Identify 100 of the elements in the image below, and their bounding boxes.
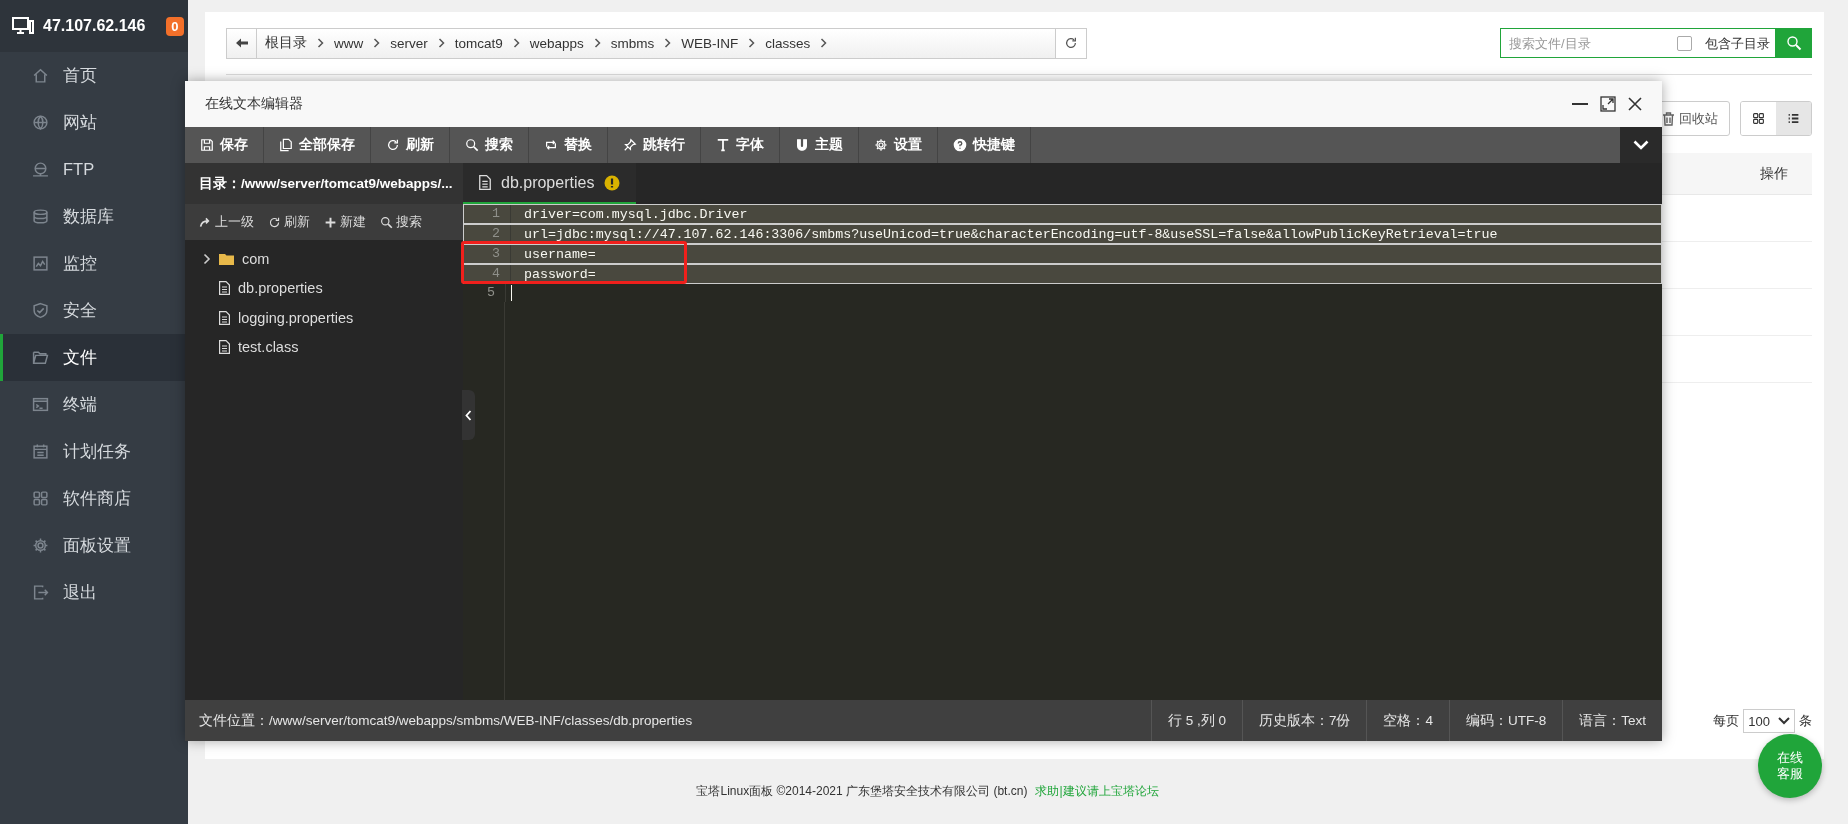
page-size-select[interactable]: 100 <box>1743 709 1795 733</box>
status-item: 语言：Text <box>1562 700 1662 741</box>
copy-icon <box>279 138 293 152</box>
status-item: 编码：UTF-8 <box>1449 700 1563 741</box>
sidebar-item[interactable]: 监控 <box>0 240 188 287</box>
breadcrumb-link[interactable]: tomcat9 <box>454 35 503 51</box>
directory-action-button[interactable]: 搜索 <box>380 213 422 231</box>
sidebar-item[interactable]: 数据库 <box>0 193 188 240</box>
chart-icon <box>32 255 49 272</box>
code-line: url=jdbc:mysql://47.107.62.146:3306/smbms?useUnicod=true&characterEncoding=utf-8&useSSL=false&allowPublicKeyRetrieval=true <box>524 226 1498 242</box>
refresh-icon <box>268 215 281 229</box>
grid-icon <box>32 490 49 507</box>
arrow-icon <box>199 215 212 229</box>
status-item: 空格：4 <box>1366 700 1449 741</box>
page-size-unit: 条 <box>1799 712 1812 730</box>
pin-icon <box>623 138 637 152</box>
chevron-icon <box>593 38 601 48</box>
breadcrumb-link[interactable]: 根目录 <box>265 34 307 52</box>
maximize-icon[interactable] <box>1600 96 1616 112</box>
chevron-icon <box>512 38 520 48</box>
folder-icon <box>32 349 49 366</box>
search-icon <box>465 138 479 152</box>
grid-icon <box>1752 112 1765 125</box>
list-view-button[interactable] <box>1776 102 1811 135</box>
refresh-icon <box>1064 36 1078 50</box>
file-icon <box>219 281 230 296</box>
server-ip: 47.107.62.146 <box>43 17 146 35</box>
breadcrumb-link[interactable]: server <box>390 35 428 51</box>
line-number: 2 <box>468 225 511 243</box>
sidebar-item[interactable]: FTP <box>0 146 188 193</box>
code-editor[interactable]: 1 driver=com.mysql.jdbc.Driver 2 url=jdbc:mysql://47.107.62.146:3306/smbms?useUnicod=true&characterEncoding=utf-8&useSSL=false&allowPublicKeyRetrieval=true 3 username= 4 password= 5 <box>463 204 1662 700</box>
breadcrumb-link[interactable]: www <box>334 35 364 51</box>
settings-icon <box>32 537 49 554</box>
copyright-text: 宝塔Linux面板 ©2014-2021 广东堡塔安全技术有限公司 (bt.cn) <box>696 783 1028 800</box>
plus-icon <box>324 215 337 229</box>
dialog-title: 在线文本编辑器 <box>205 95 303 113</box>
chevron-icon <box>437 38 445 48</box>
sidebar-item[interactable]: 首页 <box>0 52 188 99</box>
panel-toggle-handle[interactable] <box>462 390 475 440</box>
sidebar-item[interactable]: 网站 <box>0 99 188 146</box>
search-button[interactable] <box>1776 28 1812 58</box>
directory-action-button[interactable]: 刷新 <box>268 213 310 231</box>
house-icon <box>32 67 49 84</box>
column-header: 操作 <box>1760 164 1788 183</box>
terminal-icon <box>32 396 49 413</box>
chevron-icon <box>748 38 756 48</box>
refresh-button[interactable] <box>1055 28 1086 58</box>
sidebar-item[interactable]: 安全 <box>0 287 188 334</box>
floppy-icon <box>200 138 214 152</box>
chevron-down-icon <box>1633 140 1649 150</box>
checkbox[interactable] <box>1677 36 1692 51</box>
minimize-icon[interactable] <box>1572 102 1588 106</box>
close-icon[interactable] <box>1628 97 1642 111</box>
shield-icon <box>32 302 49 319</box>
checkbox-label: 包含子目录 <box>1705 35 1770 53</box>
directory-path: 目录：/www/server/tomcat9/webapps/... <box>185 163 463 204</box>
sidebar-item[interactable]: 软件商店 <box>0 475 188 522</box>
sidebar-item[interactable]: 文件 <box>0 334 188 381</box>
database-icon <box>32 208 49 225</box>
sidebar-item[interactable]: 面板设置 <box>0 522 188 569</box>
file-item[interactable]: logging.properties <box>185 303 463 333</box>
network-icon <box>32 161 49 178</box>
file-tab[interactable]: db.properties <box>463 163 637 204</box>
code-line: password= <box>524 266 596 282</box>
trash-icon <box>1662 111 1675 126</box>
status-item: 行 5 ,列 0 <box>1150 700 1242 741</box>
breadcrumb-link[interactable]: smbms <box>610 35 655 51</box>
sidebar-item[interactable]: 终端 <box>0 381 188 428</box>
logout-icon <box>32 584 49 601</box>
directory-action-button[interactable]: 新建 <box>324 213 366 231</box>
search-icon <box>380 215 393 229</box>
chevron-icon <box>664 38 672 48</box>
file-item[interactable]: db.properties <box>185 273 463 303</box>
line-number: 3 <box>468 245 511 263</box>
code-line: username= <box>524 246 596 262</box>
swap-icon <box>544 138 558 152</box>
folder-item[interactable]: com <box>185 244 463 274</box>
chevron-left-icon <box>465 409 472 421</box>
chevron-icon <box>820 38 828 48</box>
directory-action-button[interactable]: 上一级 <box>199 213 254 231</box>
breadcrumb-link[interactable]: webapps <box>529 35 584 51</box>
caret-icon <box>1778 717 1790 725</box>
sidebar-item[interactable]: 退出 <box>0 569 188 616</box>
breadcrumb-link[interactable]: classes <box>765 35 811 51</box>
settings-icon <box>874 138 888 152</box>
file-icon <box>479 175 491 190</box>
status-item: 历史版本：7份 <box>1241 700 1367 741</box>
file-item[interactable]: test.class <box>185 332 463 362</box>
line-number: 1 <box>468 205 511 223</box>
page-size-label: 每页 <box>1713 712 1740 730</box>
file-icon <box>219 340 230 355</box>
breadcrumb-link[interactable]: WEB-INF <box>681 35 739 51</box>
sidebar-item[interactable]: 计划任务 <box>0 428 188 475</box>
calendar-icon <box>32 443 49 460</box>
file-path: 文件位置：/www/server/tomcat9/webapps/smbms/WEB-INF/classes/db.properties <box>199 711 693 730</box>
line-number: 5 <box>463 284 506 302</box>
list-icon <box>1787 112 1800 125</box>
text-icon <box>716 138 730 152</box>
folder-icon <box>219 252 234 265</box>
help-icon <box>953 138 967 152</box>
